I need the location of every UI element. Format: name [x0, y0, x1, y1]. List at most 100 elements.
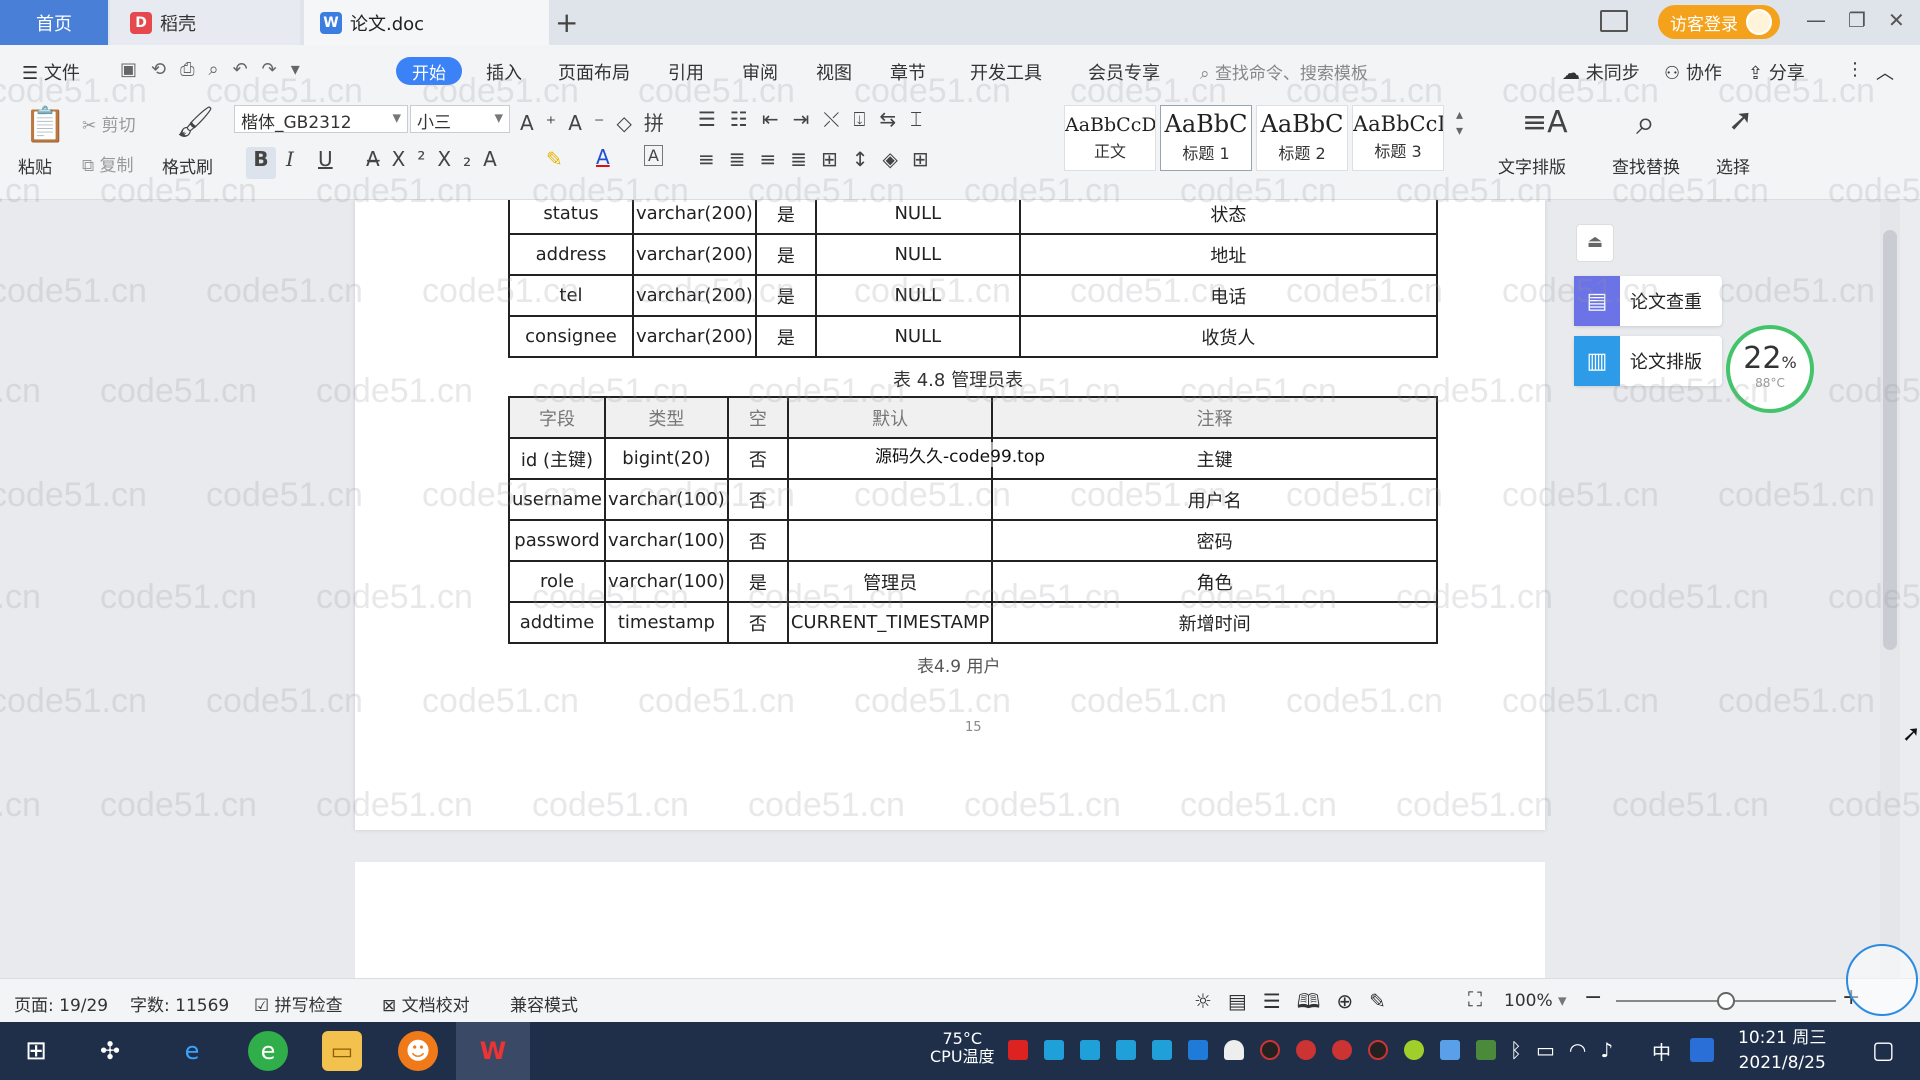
watermark-text: code51.cn [1396, 372, 1553, 410]
watermark-text: code51.cn [748, 786, 905, 824]
watermark-text: code51.cn [0, 682, 147, 720]
qq-icon[interactable] [1368, 1040, 1388, 1060]
system-tray-icons[interactable]: ᛒ▭◠♪ [1510, 1038, 1627, 1062]
word-count[interactable]: 字数: 11569 [130, 991, 229, 1016]
watermark-text: code51.cn [1286, 272, 1443, 310]
watermark-text: code51.cn [1828, 172, 1920, 210]
watermark-layer: code51.cn code51.cn code51.cn code51.cn code… [0, 0, 1920, 1000]
watermark-text: code51.cn [206, 272, 363, 310]
watermark-text: code51.cn [854, 682, 1011, 720]
watermark-text: code51.cn [1828, 786, 1920, 824]
watermark-text: code51.cn [854, 272, 1011, 310]
nvidia-icon[interactable] [1476, 1040, 1496, 1060]
tray-app-icon[interactable] [1080, 1040, 1100, 1060]
watermark-text: code51.cn [100, 786, 257, 824]
watermark-text: code51.cn [1718, 682, 1875, 720]
watermark-text: code51.cn [1612, 578, 1769, 616]
watermark-text: code51.cn [1070, 72, 1227, 110]
ie-browser-icon[interactable]: e [172, 1031, 212, 1071]
spell-check-label: 拼写检查 [274, 996, 343, 1016]
clock-time: 10:21 周三 [1738, 1028, 1827, 1048]
watermark-text: code51.cn [316, 172, 473, 210]
tray-app-icon[interactable] [1008, 1040, 1028, 1060]
watermark-text: code51.cn [964, 372, 1121, 410]
watermark-text: code51.cn [1286, 476, 1443, 514]
zoom-slider[interactable] [1616, 992, 1836, 1010]
watermark-text: code51.cn [1612, 372, 1769, 410]
watermark-text: code51.cn [964, 172, 1121, 210]
fan-app-icon[interactable]: ✣ [90, 1031, 130, 1071]
watermark-text: code51.cn [422, 476, 579, 514]
windows-taskbar: ⊞ ✣ e e ▭ ☻ W 75°C CPU温度 ᛒ▭◠♪ 中 10:21 周三 2… [0, 1022, 1920, 1080]
watermark-text: code51.cn [316, 786, 473, 824]
watermark-text: code51.cn [1396, 786, 1553, 824]
watermark-text: code51.cn [316, 578, 473, 616]
watermark-text: code51.cn [1070, 682, 1227, 720]
spell-check-button[interactable]: ☑ 拼写检查 [254, 991, 343, 1016]
file-explorer-icon[interactable]: ▭ [322, 1031, 362, 1071]
fit-page-icon[interactable]: ⛶ [1468, 987, 1482, 1011]
compat-mode: 兼容模式 [510, 996, 578, 1016]
status-bar: 页面: 19/29 字数: 11569 ☑ 拼写检查 ⊠ 文档校对 兼容模式 ☼… [0, 978, 1920, 1022]
qq-icon[interactable] [1296, 1040, 1316, 1060]
zoom-slider-knob[interactable] [1717, 992, 1735, 1010]
watermark-text: code51.cn [1286, 72, 1443, 110]
proofread-button[interactable]: ⊠ 文档校对 [382, 991, 470, 1016]
watermark-text: code51.cn [206, 682, 363, 720]
bell-icon[interactable] [1224, 1040, 1244, 1060]
floating-ball[interactable] [1846, 944, 1918, 1016]
qq-icon[interactable] [1332, 1040, 1352, 1060]
watermark-text: code51.cn [748, 172, 905, 210]
tray-app-icon[interactable] [1440, 1040, 1460, 1060]
cpu-temp-widget[interactable]: 75°C CPU温度 [930, 1030, 995, 1066]
watermark-text: code51.cn [206, 72, 363, 110]
watermark-text: code51.cn [532, 786, 689, 824]
tray-app-icon[interactable] [1152, 1040, 1172, 1060]
watermark-text: code51.cn [748, 372, 905, 410]
page-indicator[interactable]: 页面: 19/29 [14, 991, 108, 1016]
watermark-text: code51.cn [638, 272, 795, 310]
watermark-text: code51.cn [0, 272, 147, 310]
checkbox-icon: ☑ [254, 996, 275, 1016]
watermark-text: code51.cn [206, 476, 363, 514]
zoom-level[interactable]: 100% ▾ [1504, 991, 1567, 1011]
watermark-text: code51.cn [1180, 372, 1337, 410]
watermark-text: code51.cn [964, 786, 1121, 824]
plus-icon[interactable] [1404, 1040, 1424, 1060]
tray-app-icon[interactable] [1116, 1040, 1136, 1060]
watermark-text: code51.cn [1612, 786, 1769, 824]
wps-taskbar-icon[interactable]: W [456, 1022, 530, 1080]
watermark-text: code51.cn [1718, 272, 1875, 310]
ime-indicator[interactable]: 中 [1652, 1038, 1671, 1065]
input-method-icon[interactable] [1690, 1038, 1714, 1062]
watermark-text: code51.cn [422, 72, 579, 110]
watermark-text: code51.cn [638, 682, 795, 720]
watermark-text: code51.cn [0, 578, 41, 616]
watermark-text: code51.cn [532, 578, 689, 616]
shield-icon[interactable] [1188, 1040, 1208, 1060]
watermark-text: code51.cn [854, 72, 1011, 110]
watermark-text: code51.cn [1612, 172, 1769, 210]
media-app-icon[interactable]: ☻ [398, 1031, 438, 1071]
watermark-text: code51.cn [0, 476, 147, 514]
watermark-text: code51.cn [532, 172, 689, 210]
watermark-text: code51.cn [1286, 682, 1443, 720]
watermark-text: code51.cn [1070, 272, 1227, 310]
watermark-text: code51.cn [1180, 172, 1337, 210]
360-browser-icon[interactable]: e [248, 1031, 288, 1071]
watermark-text: code51.cn [1396, 172, 1553, 210]
watermark-text: code51.cn [1502, 682, 1659, 720]
watermark-text: code51.cn [100, 578, 257, 616]
chevron-down-icon: ▾ [1552, 991, 1567, 1011]
clock[interactable]: 10:21 周三 2021/8/25 [1738, 1026, 1826, 1076]
view-mode-icons[interactable]: ☼▤☰🕮⊕✎ [1194, 987, 1402, 1021]
watermark-text: code51.cn [1828, 372, 1920, 410]
proof-icon: ⊠ [382, 996, 402, 1016]
tray-app-icon[interactable] [1044, 1040, 1064, 1060]
notification-icon[interactable]: ▢ [1872, 1036, 1895, 1064]
zoom-out-icon[interactable]: − [1584, 985, 1602, 1010]
watermark-text: code51.cn [316, 372, 473, 410]
windows-start-icon[interactable]: ⊞ [16, 1031, 56, 1071]
watermark-text: code51.cn [422, 272, 579, 310]
qq-icon[interactable] [1260, 1040, 1280, 1060]
